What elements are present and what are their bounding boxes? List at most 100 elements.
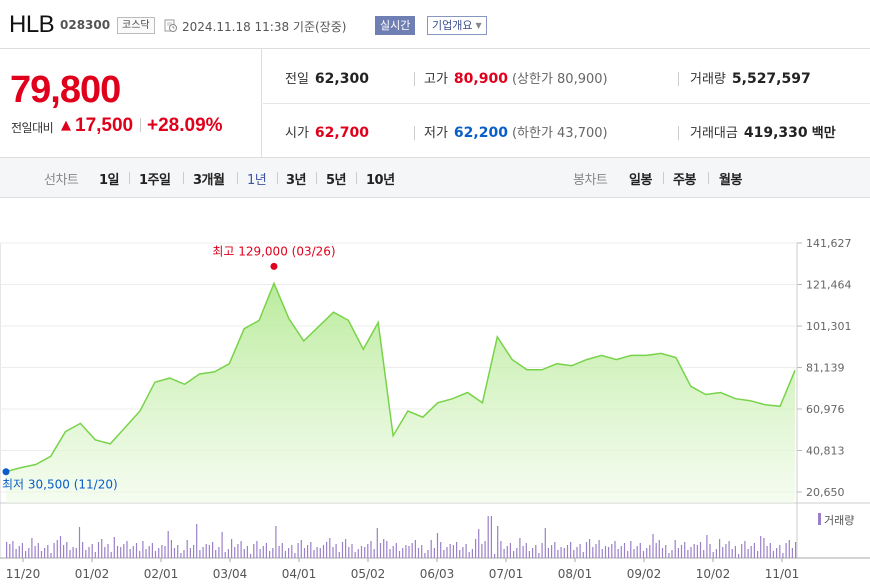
volume-bar [250,554,252,558]
tab-period-1w[interactable]: 1주일 [139,169,171,188]
tab-period-10y[interactable]: 10년 [366,169,395,188]
stat-value: 419,330 [743,125,808,141]
realtime-button[interactable]: 실시간 [375,16,416,35]
volume-bar [72,547,74,558]
volume-bar [408,546,410,558]
data-point [184,383,186,385]
tab-candle-daily[interactable]: 일봉 [629,169,652,188]
company-info-dropdown[interactable]: 기업개요 ▼ [427,16,487,35]
stat-high: 고가 80,900 (상한가 80,900) [424,68,608,87]
volume-bar [661,548,664,558]
x-tick-label: 03/04 [213,567,248,581]
volume-bar [563,548,565,558]
volume-bar [554,542,556,558]
volume-bar [668,553,670,558]
volume-bar [28,548,30,558]
stat-sub: (상한가 80,900) [511,72,608,87]
volume-bar [97,542,100,558]
data-point [481,402,483,404]
volume-bar [481,544,483,558]
min-marker [2,468,10,476]
volume-bar [376,528,378,558]
volume-bar [544,528,546,558]
data-point [94,439,96,441]
volume-bar [326,542,328,558]
volume-bar [757,551,759,558]
stat-value: 62,200 [453,125,508,141]
volume-bar [158,548,160,558]
volume-bar [560,547,562,558]
volume-bar [738,554,740,558]
divider [277,172,278,184]
volume-bar [154,551,157,558]
volume-bar [288,548,290,558]
data-point [407,410,409,412]
volume-bar [649,545,651,558]
volume-bar [503,549,505,558]
volume-bar [148,546,150,558]
tab-period-5y[interactable]: 5년 [326,169,347,188]
volume-bar [620,546,622,558]
volume-bar [231,539,233,558]
volume-bar [452,545,454,558]
volume-bar [348,547,350,558]
price-panel: 79,800 전일대비 ▲ 17,500 +28.09% 전일 62,300 고가… [0,48,870,158]
volume-bar [303,548,306,558]
volume-bar [696,545,698,558]
data-point [645,354,647,356]
volume-bar [633,549,635,558]
stat-open: 시가 62,700 [285,122,369,141]
volume-bar [699,542,702,558]
volume-bar [291,545,293,558]
divider [183,172,184,184]
data-point [466,391,468,393]
volume-bar [655,543,657,558]
data-point [392,435,394,437]
data-point [318,326,320,328]
volume-bar [221,532,223,558]
tab-period-1y[interactable]: 1년 [247,169,267,188]
volume-bar [791,548,793,558]
volume-bar [478,529,480,558]
price-chart[interactable]: 141,627 121,464 101,301 81,139 60,976 40,813 2… [0,198,870,585]
volume-bar [386,541,388,558]
x-tick-label: 11/01 [765,567,800,581]
data-point [526,369,528,371]
tab-period-3m[interactable]: 3개월 [193,169,225,188]
volume-bar [50,553,52,558]
tab-candle-monthly[interactable]: 월봉 [719,169,742,188]
stock-header: HLB 028300 코스닥 2024.11.18 11:38 기준(장중) 실… [0,0,870,48]
chevron-down-icon: ▼ [475,21,482,30]
volume-bar [126,541,128,558]
volume-bar [116,546,119,558]
y-tick-label: 141,627 [806,237,852,250]
data-point [139,410,141,412]
x-tick-label: 05/02 [351,567,386,581]
volume-bar [145,549,147,558]
x-tick-label: 10/02 [696,567,731,581]
volume-bar [595,544,597,558]
tab-period-1d[interactable]: 1일 [99,169,120,188]
volume-bar [411,543,413,558]
stat-value: 62,300 [314,71,369,87]
volume-bar [262,546,264,558]
volume-bar [440,542,442,558]
volume-bar [360,546,363,558]
volume-bar [433,548,435,558]
stat-amount: 거래대금 419,330 백만 [690,122,836,141]
change-label: 전일대비 [11,121,54,135]
volume-bar [167,531,169,558]
divider [263,103,870,104]
volume-bar [338,552,340,558]
volume-bar [680,545,683,558]
data-point [615,359,617,361]
volume-bar [728,541,730,558]
volume-bar [424,553,426,558]
tab-candle-weekly[interactable]: 주봉 [673,169,696,188]
stat-value: 62,700 [314,125,369,141]
x-tick-label: 11/20 [6,567,41,581]
volume-bar [719,539,721,558]
data-point [705,394,707,396]
x-tick-label: 01/02 [75,567,110,581]
tab-period-3y[interactable]: 3년 [286,169,307,188]
